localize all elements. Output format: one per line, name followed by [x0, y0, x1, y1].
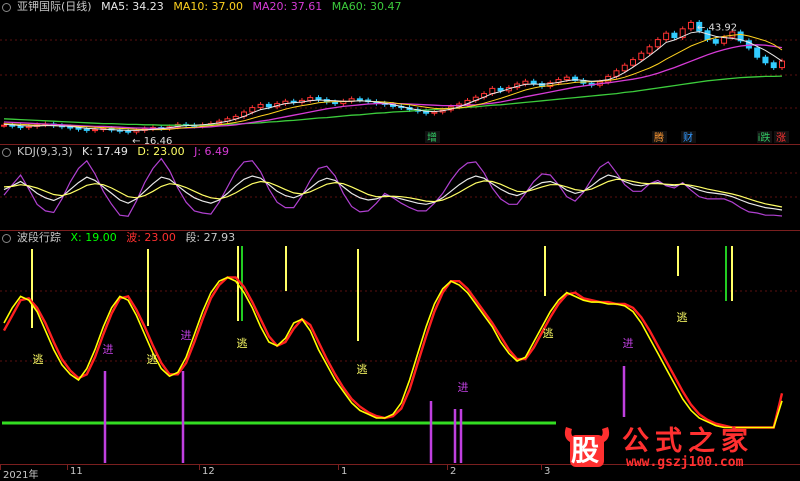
d-line: [3, 178, 783, 208]
legend-k: K: 17.49: [82, 145, 128, 158]
bo-line: [2, 276, 784, 429]
candle-body: [125, 130, 132, 133]
candle-body: [671, 32, 678, 39]
candle-body: [497, 87, 504, 92]
candle-body: [530, 80, 537, 85]
candle-body: [754, 47, 761, 58]
event-marker-0: 增: [427, 131, 437, 144]
legend-kdj: KDJ(9,3,3): [17, 145, 73, 158]
legend-d: D: 23.00: [137, 145, 185, 158]
candle-body: [92, 129, 99, 132]
candle-body: [654, 39, 661, 48]
x-label-4: 2: [450, 466, 457, 477]
event-marker-3: i跌: [758, 131, 771, 144]
signal-label-5: 逃: [357, 363, 368, 376]
candle-body: [779, 60, 785, 69]
price-chart[interactable]: ← 43.92 ← 16.46 增 腾 财 i跌涨: [0, 0, 800, 144]
signal-label-1: 进: [103, 343, 114, 356]
signal-label-0: 逃: [33, 353, 44, 366]
candle-body: [712, 39, 719, 44]
kdj-panel: KDJ(9,3,3) K: 17.49 D: 23.00 J: 6.49: [0, 145, 800, 230]
candle-body: [17, 125, 24, 129]
candle-body: [249, 107, 256, 113]
signal-label-6: 进: [458, 381, 469, 394]
event-marker-4: 涨: [776, 132, 786, 144]
candle-body: [356, 98, 363, 101]
j-line: [3, 157, 783, 217]
legend-x: X: 19.00: [70, 231, 117, 244]
main-price-panel: 亚钾国际(日线) MA5: 34.23 MA10: 37.00 MA20: 37…: [0, 0, 800, 144]
candle-body: [83, 128, 90, 131]
candle-body: [687, 21, 694, 30]
candle-body: [75, 127, 82, 130]
collapse-icon[interactable]: [2, 147, 11, 157]
legend-duan: 段: 27.93: [185, 231, 236, 244]
ma60-line: [3, 75, 783, 126]
candle-body: [25, 125, 32, 129]
x-label-5: 3: [544, 466, 551, 477]
candle-body: [307, 97, 314, 101]
signal-label-4: 逃: [237, 337, 248, 350]
x-label-3: 1: [341, 466, 348, 477]
ma10-line: [3, 33, 783, 131]
candle-body: [563, 76, 570, 81]
event-marker-2: 财: [683, 131, 693, 144]
signal-label-2: 逃: [147, 353, 158, 366]
high-price-label: ← 43.92: [697, 22, 737, 33]
logo-url: www.gszj100.com: [626, 455, 744, 470]
candle-body: [265, 103, 272, 108]
logo-badge-text: 股: [571, 434, 600, 467]
low-price-label: ← 16.46: [132, 136, 172, 144]
signal-label-3: 进: [181, 329, 192, 342]
wave-legend: 波段行踪 X: 19.00 波: 23.00 段: 27.93: [0, 231, 241, 245]
event-marker-1: 腾: [654, 131, 664, 144]
candle-body: [1, 124, 7, 127]
candle-body: [630, 59, 637, 66]
x-label-2: 12: [202, 466, 215, 477]
candle-body: [638, 52, 645, 61]
x-label-1: 11: [70, 466, 83, 477]
legend-wave-title: 波段行踪: [17, 231, 61, 244]
site-logo: 股 公式之家 www.gszj100.com: [556, 419, 800, 479]
candle-body: [762, 56, 769, 64]
candle-body: [663, 32, 670, 41]
candle-body: [621, 64, 628, 72]
kdj-legend: KDJ(9,3,3) K: 17.49 D: 23.00 J: 6.49: [0, 145, 235, 159]
legend-j: J: 6.49: [194, 145, 230, 158]
collapse-icon[interactable]: [2, 233, 11, 243]
candle-body: [315, 97, 322, 101]
x-line: [3, 276, 783, 429]
candle-body: [257, 103, 264, 109]
signal-label-9: 逃: [677, 311, 688, 324]
ma5-line: [3, 31, 783, 131]
candle-body: [522, 80, 529, 85]
candle-body: [332, 101, 339, 105]
signal-label-7: 逃: [543, 327, 554, 340]
candle-body: [770, 62, 777, 69]
legend-bo: 波: 23.00: [126, 231, 176, 244]
signal-label-8: 进: [623, 337, 634, 350]
candle-body: [431, 111, 438, 114]
logo-title: 公式之家: [622, 426, 754, 457]
candle-body: [646, 46, 653, 54]
